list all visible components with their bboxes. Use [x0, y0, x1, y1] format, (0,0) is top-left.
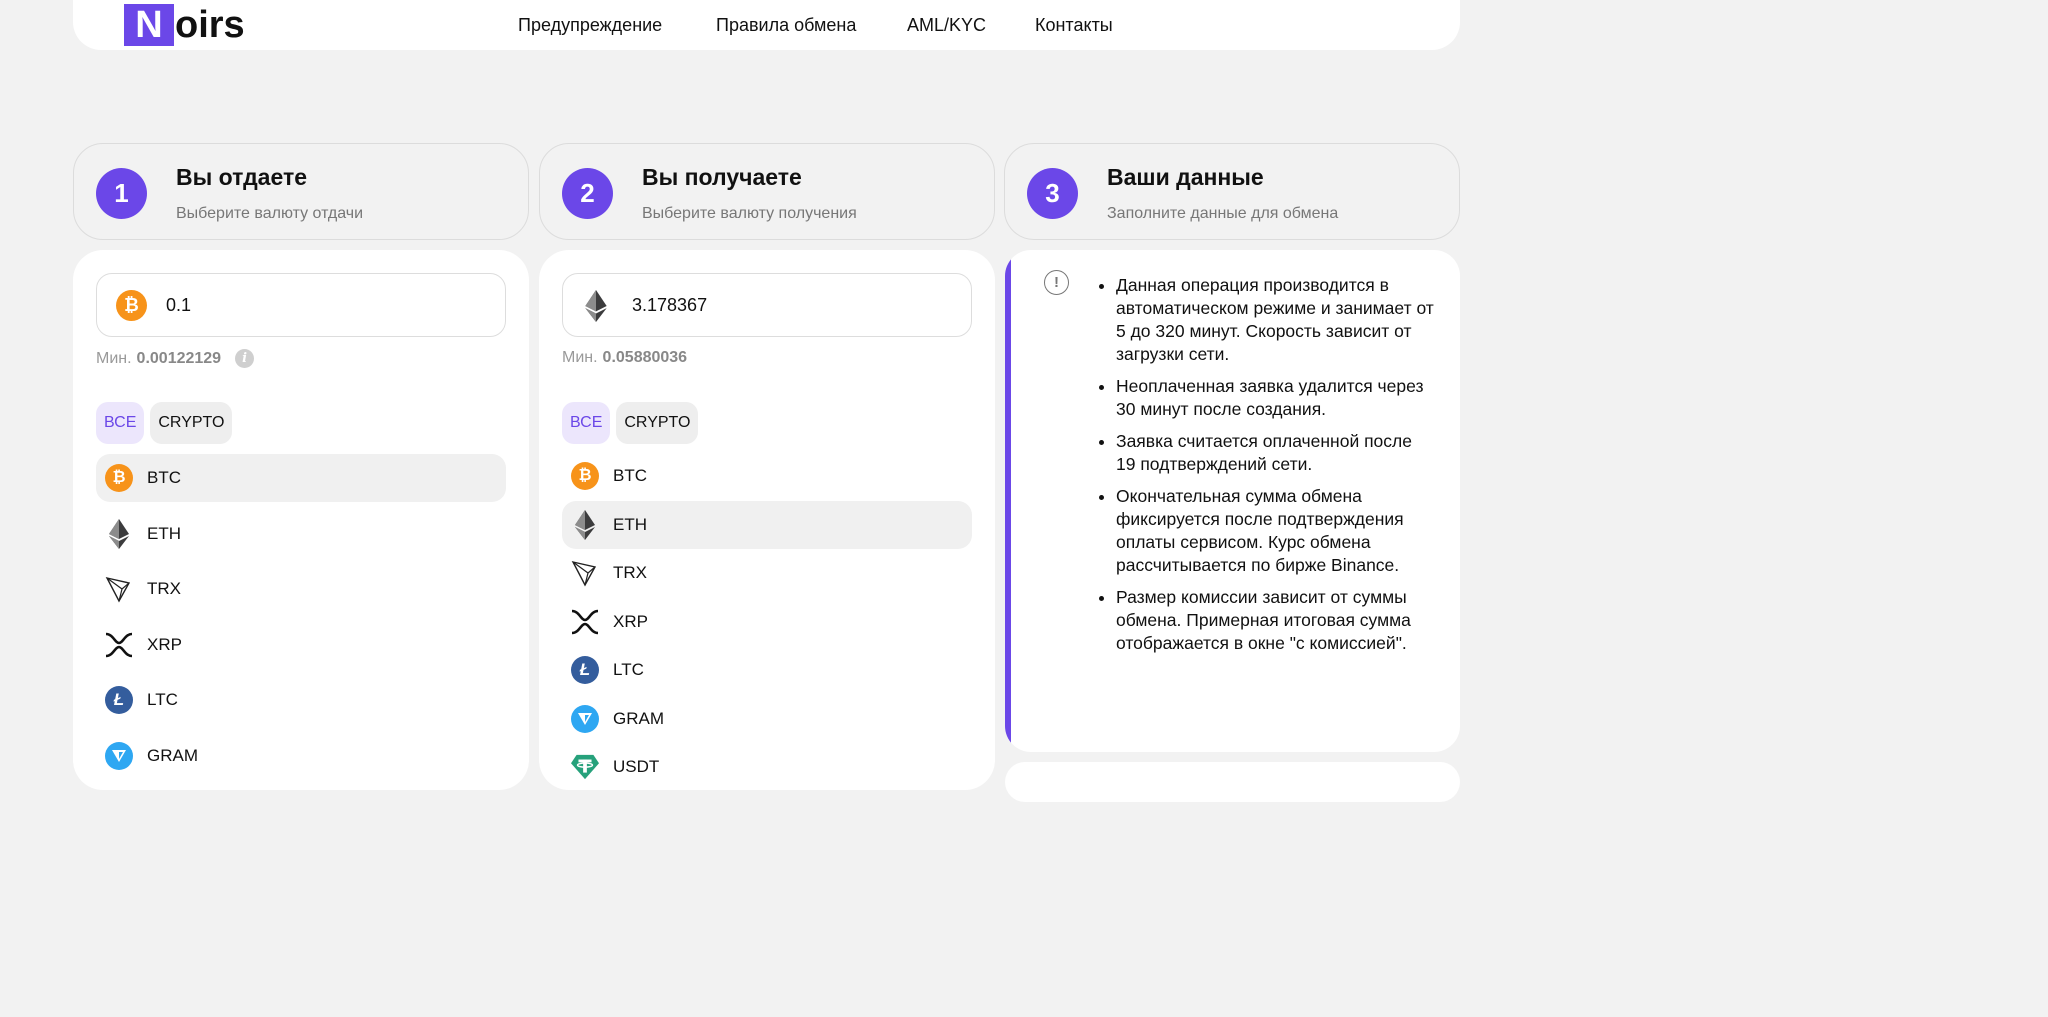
currency-label: XRP — [147, 635, 182, 654]
give-amount-field[interactable]: ₿ 0.1 — [96, 273, 506, 337]
give-item-btc[interactable]: ₿ BTC — [96, 454, 506, 502]
info-notice-panel: ! Данная операция производится в автомат… — [1005, 250, 1460, 752]
receive-amount-field[interactable]: 3.178367 — [562, 273, 972, 337]
step-receive-header: 2 Вы получаете Выберите валюту получения — [539, 143, 995, 240]
currency-label: BTC — [613, 466, 647, 485]
top-header: N oirs Предупреждение Правила обмена AML… — [73, 0, 1460, 50]
step-number: 1 — [96, 168, 147, 219]
currency-label: USDT — [613, 757, 660, 776]
give-item-eth[interactable]: ETH — [96, 510, 506, 558]
receive-filters: ВСЕ CRYPTO — [562, 402, 699, 444]
nav-exchange-rules[interactable]: Правила обмена — [716, 15, 856, 36]
ripple-icon — [105, 631, 133, 659]
step-title: Вы получаете — [642, 164, 802, 190]
ripple-icon — [571, 608, 599, 636]
min-label: Мин. — [562, 349, 598, 366]
currency-label: XRP — [613, 612, 648, 631]
receive-item-btc[interactable]: ₿ BTC — [562, 452, 972, 500]
filter-all[interactable]: ВСЕ — [562, 402, 611, 444]
receive-item-gram[interactable]: GRAM — [562, 695, 972, 743]
min-value: 0.05880036 — [602, 349, 688, 366]
notice-item: Неоплаченная заявка удалится через 30 ми… — [1116, 375, 1436, 421]
currency-label: TRX — [147, 579, 181, 598]
step-give-header: 1 Вы отдаете Выберите валюту отдачи — [73, 143, 529, 240]
currency-label: TRX — [613, 563, 647, 582]
litecoin-icon: Ł — [105, 686, 133, 714]
give-item-xrp[interactable]: XRP — [96, 621, 506, 669]
gram-icon — [571, 705, 599, 733]
receive-amount-value[interactable]: 3.178367 — [632, 295, 707, 316]
step-subtitle: Выберите валюту получения — [642, 205, 857, 222]
receive-item-trx[interactable]: TRX — [562, 549, 972, 597]
currency-label: ETH — [613, 515, 647, 534]
step-number: 2 — [562, 168, 613, 219]
filter-all[interactable]: ВСЕ — [96, 402, 145, 444]
gram-icon — [105, 742, 133, 770]
bitcoin-icon: ₿ — [116, 290, 147, 321]
give-item-trx[interactable]: TRX — [96, 565, 506, 613]
min-value: 0.00122129 — [136, 349, 222, 367]
receive-min-amount: Мин. 0.05880036 — [562, 349, 687, 367]
bitcoin-icon: ₿ — [571, 462, 599, 490]
step-subtitle: Выберите валюту отдачи — [176, 205, 364, 222]
notice-item: Окончательная сумма обмена фиксируется п… — [1116, 485, 1436, 577]
ethereum-icon — [105, 519, 133, 549]
ethereum-icon — [584, 290, 615, 322]
give-item-ltc[interactable]: Ł LTC — [96, 676, 506, 724]
currency-label: GRAM — [613, 709, 664, 728]
tron-icon — [105, 575, 133, 603]
min-label: Мин. — [96, 349, 132, 367]
notice-item: Заявка считается оплаченной после 19 под… — [1116, 430, 1436, 476]
nav-warning[interactable]: Предупреждение — [518, 15, 662, 36]
exclamation-icon: ! — [1044, 270, 1069, 295]
litecoin-icon: Ł — [571, 656, 599, 684]
notice-item: Данная операция производится в автоматич… — [1116, 274, 1436, 366]
filter-crypto[interactable]: CRYPTO — [150, 402, 233, 444]
receive-item-usdt[interactable]: USDT — [562, 743, 972, 791]
currency-label: BTC — [147, 468, 181, 487]
receive-item-xrp[interactable]: XRP — [562, 598, 972, 646]
step-number: 3 — [1027, 168, 1078, 219]
currency-label: ETH — [147, 524, 181, 543]
currency-label: LTC — [147, 690, 178, 709]
main-nav: Предупреждение Правила обмена AML/KYC Ко… — [73, 0, 1460, 50]
accent-bar — [1005, 250, 1011, 752]
step-title: Ваши данные — [1107, 164, 1264, 190]
receive-item-eth[interactable]: ETH — [562, 501, 972, 549]
nav-aml-kyc[interactable]: AML/KYC — [907, 15, 986, 36]
user-data-form-card — [1005, 762, 1460, 802]
currency-label: LTC — [613, 660, 644, 679]
notice-list: Данная операция производится в автоматич… — [1116, 274, 1436, 664]
give-item-gram[interactable]: GRAM — [96, 732, 506, 780]
info-icon[interactable]: i — [235, 349, 255, 368]
receive-item-ltc[interactable]: Ł LTC — [562, 646, 972, 694]
filter-crypto[interactable]: CRYPTO — [616, 402, 699, 444]
step-subtitle: Заполните данные для обмена — [1107, 205, 1339, 222]
ethereum-icon — [571, 510, 599, 540]
give-amount-value[interactable]: 0.1 — [166, 295, 191, 316]
currency-label: GRAM — [147, 746, 198, 765]
receive-panel: 3.178367 Мин. 0.05880036 ВСЕ CRYPTO ₿ BT… — [539, 250, 995, 790]
notice-item: Размер комиссии зависит от суммы обмена.… — [1116, 586, 1436, 655]
give-panel: ₿ 0.1 Мин. 0.00122129 i ВСЕ CRYPTO ₿ BTC… — [73, 250, 529, 790]
bitcoin-icon: ₿ — [105, 464, 133, 492]
step-data-header: 3 Ваши данные Заполните данные для обмен… — [1004, 143, 1460, 240]
give-min-amount: Мин. 0.00122129 i — [96, 349, 255, 368]
tether-icon — [571, 753, 599, 781]
tron-icon — [571, 559, 599, 587]
give-filters: ВСЕ CRYPTO — [96, 402, 233, 444]
nav-contacts[interactable]: Контакты — [1035, 15, 1113, 36]
step-title: Вы отдаете — [176, 164, 308, 190]
